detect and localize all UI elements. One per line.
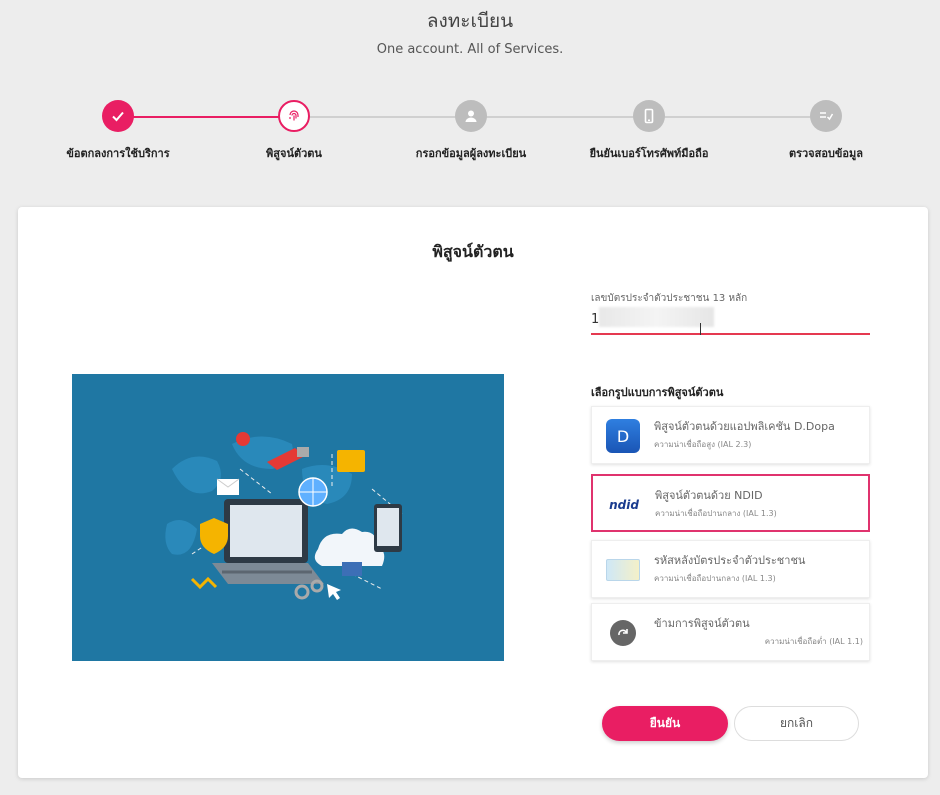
ddopa-app-icon: D xyxy=(606,419,640,453)
text-caret xyxy=(700,323,701,335)
check-icon xyxy=(102,100,134,132)
card-title: พิสูจน์ตัวตน xyxy=(432,242,514,261)
step-confirm-phone: ยืนยันเบอร์โทรศัพท์มือถือ xyxy=(549,100,749,162)
step-label: ตรวจสอบข้อมูล xyxy=(788,147,864,160)
page-subtitle: One account. All of Services. xyxy=(376,42,564,57)
method-heading: เลือกรูปแบบการพิสูจน์ตัวตน xyxy=(591,386,724,399)
ndid-logo-icon: ndid xyxy=(607,488,641,522)
step-verify-identity: พิสูจน์ตัวตน xyxy=(194,100,394,162)
id-card-icon xyxy=(606,553,640,587)
step-label: ข้อตกลงการใช้บริการ xyxy=(66,147,170,160)
page-title: ลงทะเบียน xyxy=(426,10,514,32)
id-number-label: เลขบัตรประจำตัวประชาชน 13 หลัก xyxy=(591,293,748,304)
registration-stepper: ข้อตกลงการใช้บริการ พิสูจน์ตัวตน กรอกข้อ… xyxy=(0,100,940,170)
user-icon xyxy=(455,100,487,132)
option-title: พิสูจน์ตัวตนด้วยแอปพลิเคชัน D.Dopa xyxy=(654,420,835,433)
option-ndid[interactable]: ndid พิสูจน์ตัวตนด้วย NDID ความน่าเชื่อถ… xyxy=(591,474,870,532)
step-label: พิสูจน์ตัวตน xyxy=(266,147,322,160)
ddopa-app-letter: D xyxy=(606,419,640,453)
step-label: กรอกข้อมูลผู้ลงทะเบียน xyxy=(415,147,527,160)
ndid-logo-text: ndid xyxy=(609,498,639,512)
skip-icon xyxy=(606,616,640,650)
step-review: ตรวจสอบข้อมูล xyxy=(726,100,926,162)
cancel-button[interactable]: ยกเลิก xyxy=(734,706,859,741)
checklist-icon xyxy=(810,100,842,132)
id-number-redaction xyxy=(599,307,714,327)
phone-icon xyxy=(633,100,665,132)
fingerprint-icon xyxy=(278,100,310,132)
illustration-image xyxy=(72,374,504,661)
option-assurance-level: ความน่าเชื่อถือปานกลาง (IAL 1.3) xyxy=(654,574,776,583)
option-id-card-laser-code[interactable]: รหัสหลังบัตรประจำตัวประชาชน ความน่าเชื่อ… xyxy=(591,540,870,598)
identity-verification-card: พิสูจน์ตัวตน เลขบัตรประจำตัวประชาชน 13 ห… xyxy=(18,207,928,778)
option-title: พิสูจน์ตัวตนด้วย NDID xyxy=(655,489,763,502)
option-assurance-level: ความน่าเชื่อถือต่ำ (IAL 1.1) xyxy=(764,637,863,646)
option-assurance-level: ความน่าเชื่อถือสูง (IAL 2.3) xyxy=(654,440,752,449)
step-terms: ข้อตกลงการใช้บริการ xyxy=(18,100,218,162)
step-registrant-info: กรอกข้อมูลผู้ลงทะเบียน xyxy=(371,100,571,162)
option-title: ข้ามการพิสูจน์ตัวตน xyxy=(654,617,750,630)
option-assurance-level: ความน่าเชื่อถือปานกลาง (IAL 1.3) xyxy=(655,509,777,518)
confirm-button[interactable]: ยืนยัน xyxy=(602,706,728,741)
option-skip-verification[interactable]: ข้ามการพิสูจน์ตัวตน ความน่าเชื่อถือต่ำ (… xyxy=(591,603,870,661)
option-title: รหัสหลังบัตรประจำตัวประชาชน xyxy=(654,554,806,567)
step-label: ยืนยันเบอร์โทรศัพท์มือถือ xyxy=(589,147,709,160)
option-ddopa-app[interactable]: D พิสูจน์ตัวตนด้วยแอปพลิเคชัน D.Dopa ควา… xyxy=(591,406,870,464)
